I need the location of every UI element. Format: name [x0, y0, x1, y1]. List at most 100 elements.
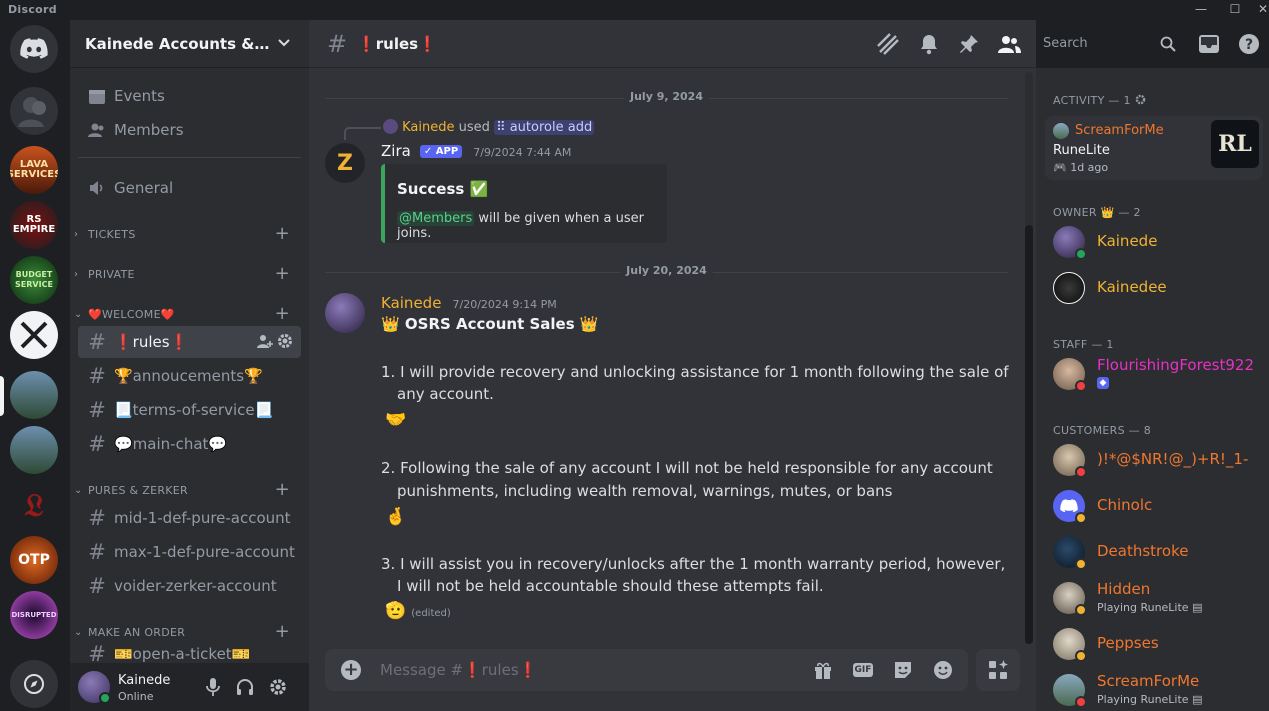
zira-avatar[interactable]: Z — [325, 143, 365, 183]
dnd-status-icon — [1075, 696, 1087, 708]
channel-terms-of-service[interactable]: # 📃terms-of-service📃 — [78, 394, 301, 426]
scrollbar-thumb[interactable] — [1025, 225, 1033, 644]
member-row[interactable]: Deathstroke — [1045, 531, 1263, 573]
channel-label: 🏆annoucements🏆 — [114, 367, 263, 385]
member-name: Deathstroke — [1097, 542, 1189, 560]
staff-header: STAFF — 1 — [1053, 338, 1114, 351]
emoji-button[interactable] — [931, 658, 955, 682]
deafen-button[interactable] — [233, 675, 257, 699]
mute-button[interactable] — [201, 675, 225, 699]
role-mention[interactable]: @Members — [397, 211, 475, 226]
upload-plus-icon[interactable]: + — [341, 660, 361, 680]
kainede-avatar[interactable] — [325, 293, 365, 333]
add-channel-icon[interactable]: + — [275, 479, 290, 500]
server-gothic-l[interactable]: 𝔏 — [10, 481, 58, 529]
close-button[interactable]: ✕ — [1246, 0, 1269, 20]
message-author[interactable]: Kainede — [381, 294, 441, 312]
member-row[interactable]: FlourishingForest922 ◆ — [1045, 353, 1263, 395]
message-author[interactable]: Zira — [381, 142, 411, 160]
create-invite-icon[interactable] — [257, 333, 273, 349]
member-row[interactable]: Kainede — [1045, 221, 1263, 263]
members-link[interactable]: Members — [78, 114, 301, 146]
gear-icon[interactable] — [1135, 94, 1146, 105]
members-icon — [87, 120, 107, 140]
direct-messages-icon[interactable] — [10, 87, 58, 135]
user-settings-button[interactable] — [266, 675, 290, 699]
date-divider: July 20, 2024 — [325, 264, 1008, 277]
app-brand: Discord — [8, 3, 57, 16]
inbox-button[interactable] — [1197, 32, 1221, 56]
category-welcome[interactable]: ⌄ ❤️WELCOME❤️ + — [70, 303, 309, 324]
activity-card[interactable]: ScreamForMe RuneLite 🎮 1d ago RL — [1045, 116, 1263, 180]
gift-button[interactable] — [811, 658, 835, 682]
hash-icon: # — [88, 540, 106, 564]
apps-button[interactable] — [976, 649, 1020, 691]
slash-command[interactable]: ⠿ autorole add — [494, 120, 595, 135]
channel-label: 🎫open-a-ticket🎫 — [114, 644, 251, 663]
pinned-messages-button[interactable] — [957, 32, 981, 56]
category-private[interactable]: › PRIVATE + — [70, 263, 309, 284]
voice-channel-general[interactable]: General — [78, 172, 301, 204]
gif-button[interactable]: GIF — [851, 658, 875, 682]
member-list: ACTIVITY — 1 ScreamForMe RuneLite 🎮 1d a… — [1036, 68, 1269, 711]
member-row[interactable]: Hidden Playing RuneLite ▤ — [1045, 577, 1263, 619]
channel-rules[interactable]: # ❗rules❗ — [78, 326, 301, 358]
server-kainede-2[interactable] — [10, 426, 58, 474]
category-make-an-order[interactable]: ⌄ MAKE AN ORDER + — [70, 621, 309, 642]
home-button[interactable] — [10, 25, 58, 73]
sidebar-divider — [78, 157, 301, 158]
member-row[interactable]: )!*@$NR!@_)+R!_1- — [1045, 439, 1263, 481]
guild-header[interactable]: Kainede Accounts & Ser... — [70, 20, 309, 68]
channel-max-1-def[interactable]: # max-1-def-pure-account — [78, 536, 301, 568]
composer-placeholder[interactable]: Message #❗rules❗ — [380, 661, 537, 679]
member-row[interactable]: ScreamForMe Playing RuneLite ▤ — [1045, 669, 1263, 711]
channel-title: ❗rules❗ — [357, 34, 437, 53]
member-list-button[interactable] — [997, 32, 1021, 56]
sticker-button[interactable] — [891, 658, 915, 682]
add-channel-icon[interactable]: + — [275, 263, 290, 284]
server-lava-services[interactable]: LAVA SERVICES — [10, 146, 58, 194]
channel-annoucements[interactable]: # 🏆annoucements🏆 — [78, 360, 301, 392]
member-row[interactable]: Chinolc — [1045, 485, 1263, 527]
add-channel-icon[interactable]: + — [275, 223, 290, 244]
calendar-icon — [87, 86, 107, 106]
server-rs-empire[interactable]: RS EMPIRE — [10, 201, 58, 249]
server-disrupted[interactable]: DISRUPTED — [10, 591, 58, 639]
members-label: Members — [114, 121, 184, 139]
server-otp[interactable]: OTP — [10, 536, 58, 584]
gear-icon[interactable] — [277, 333, 293, 349]
search-placeholder: Search — [1043, 36, 1088, 51]
channel-main-chat[interactable]: # 💬main-chat💬 — [78, 428, 301, 460]
server-swords[interactable] — [10, 311, 58, 359]
reply-user[interactable]: Kainede — [402, 120, 454, 135]
channel-voider-zerker[interactable]: # voider-zerker-account — [78, 570, 301, 602]
discover-button[interactable] — [10, 660, 58, 708]
channel-open-a-ticket[interactable]: # 🎫open-a-ticket🎫 — [78, 644, 301, 663]
date-label: July 9, 2024 — [624, 90, 709, 103]
channel-sidebar: Kainede Accounts & Ser... Events Members… — [70, 20, 309, 711]
help-button[interactable]: ? — [1237, 32, 1261, 56]
notifications-button[interactable] — [917, 32, 941, 56]
gift-icon — [815, 662, 831, 679]
category-pures[interactable]: ⌄ PURES & ZERKER + — [70, 479, 309, 500]
search-icon — [1160, 36, 1176, 52]
events-link[interactable]: Events — [78, 80, 301, 112]
minimize-button[interactable]: — — [1184, 0, 1218, 20]
server-kainede[interactable] — [10, 371, 58, 419]
rich-presence-icon: ▤ — [1192, 693, 1203, 706]
title-bar: Discord — ☐ ✕ — [0, 0, 1269, 20]
search-input[interactable]: Search — [1037, 32, 1181, 56]
category-tickets[interactable]: › TICKETS + — [70, 223, 309, 244]
member-row[interactable]: Peppses — [1045, 623, 1263, 665]
salute-emoji: 🫡 — [385, 601, 407, 621]
gif-icon: GIF — [852, 663, 874, 677]
member-row[interactable]: Kainedee — [1045, 267, 1263, 309]
threads-button[interactable] — [876, 32, 900, 56]
server-budget-service[interactable]: BUDGET SERVICE — [10, 256, 58, 304]
message-composer[interactable]: + Message #❗rules❗ GIF — [325, 649, 968, 691]
add-channel-icon[interactable]: + — [275, 621, 290, 642]
add-channel-icon[interactable]: + — [275, 303, 290, 324]
embed-title: Success ✅ — [397, 180, 489, 198]
edited-label: (edited) — [411, 608, 451, 619]
channel-mid-1-def[interactable]: # mid-1-def-pure-account — [78, 502, 301, 534]
